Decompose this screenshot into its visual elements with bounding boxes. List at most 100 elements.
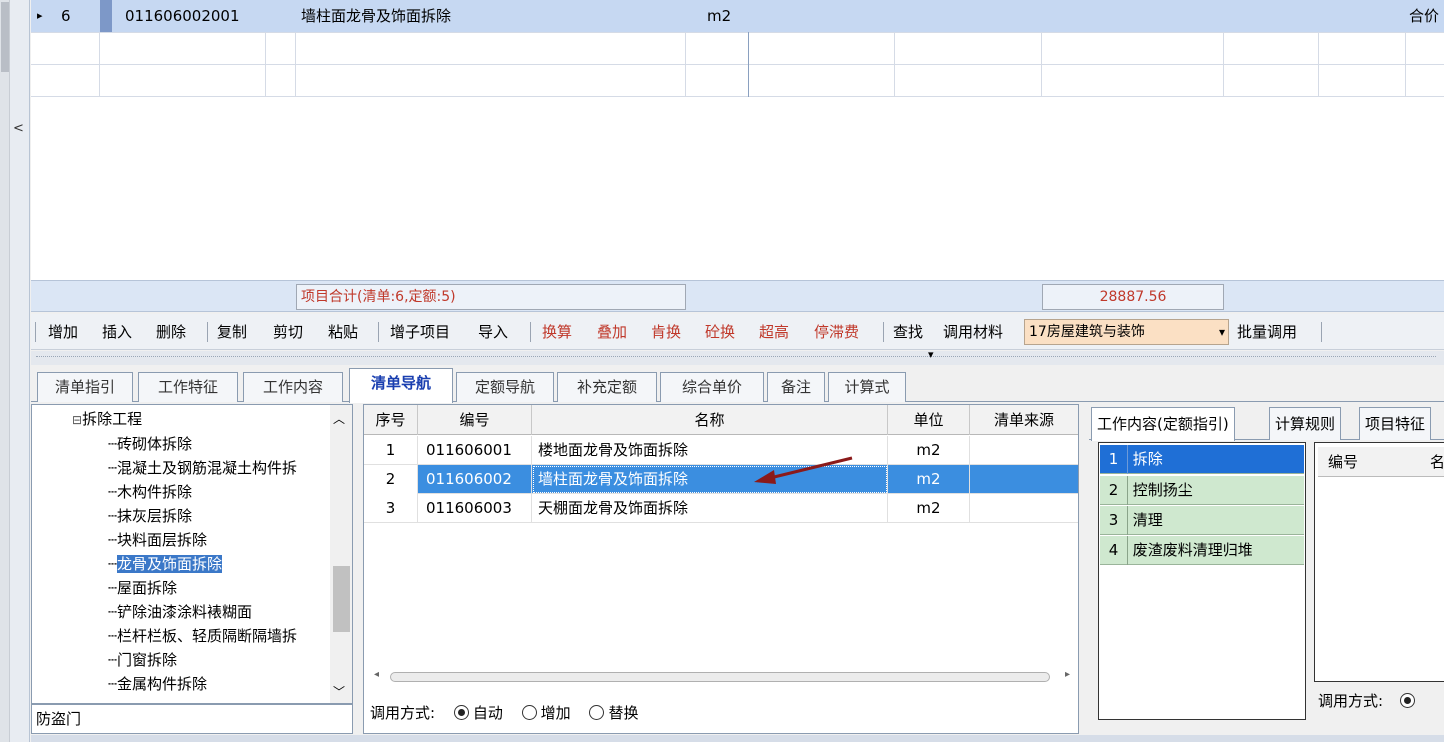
tab-work-features[interactable]: 工作特征 (138, 372, 238, 402)
table-row[interactable]: ▸ 6 011606002001 墙柱面龙骨及饰面拆除 m2 合价 (31, 0, 1444, 32)
tab-supplementary-quota[interactable]: 补充定额 (557, 372, 657, 402)
tab-work-content-guide[interactable]: 工作内容(定额指引) (1091, 407, 1235, 441)
col-name: 名称 (532, 405, 888, 435)
insert-button[interactable]: 插入 (102, 314, 132, 350)
col-unit: 单位 (888, 405, 970, 435)
scroll-up-icon[interactable]: ︿ (333, 410, 345, 427)
copy-button[interactable]: 复制 (217, 314, 247, 350)
tree-item-selected[interactable]: ┄龙骨及饰面拆除 (108, 552, 223, 576)
left-scrollbar[interactable] (0, 0, 10, 742)
tree-item[interactable]: ┄栏杆栏板、轻质隔断隔墙拆 (108, 624, 297, 648)
scroll-left-icon[interactable]: ◂ (374, 669, 379, 680)
summary-total: 28887.56 (1042, 284, 1224, 310)
summary-bar: 项目合计(清单:6,定额:5) 28887.56 (31, 280, 1444, 312)
item-no: 4 (1100, 536, 1128, 565)
list-scrollbar-thumb[interactable] (390, 672, 1050, 682)
radio-auto-label[interactable]: 自动 (473, 704, 503, 722)
concrete-replace-button[interactable]: 砼换 (705, 314, 735, 350)
tree-item[interactable]: ┄铲除油漆涂料裱糊面 (108, 600, 252, 624)
cell-source (970, 494, 1078, 523)
call-material-button[interactable]: 调用材料 (943, 314, 1003, 350)
tab-list-navigation[interactable]: 清单导航 (349, 368, 453, 403)
tree-item[interactable]: ┄砖砌体拆除 (108, 432, 192, 456)
item-grid (31, 0, 1444, 280)
table-row[interactable]: 1 011606001 楼地面龙骨及饰面拆除 m2 (364, 436, 1078, 465)
tree-item[interactable]: ┄屋面拆除 (108, 576, 177, 600)
list-item[interactable]: 2 控制扬尘 (1100, 476, 1304, 505)
tab-calc-rules[interactable]: 计算规则 (1269, 407, 1342, 440)
row-indicator-icon: ▸ (37, 9, 43, 22)
item-label: 控制扬尘 (1132, 481, 1193, 499)
chevron-down-icon[interactable]: ▾ (928, 349, 934, 361)
add-button[interactable]: 增加 (48, 314, 78, 350)
overheight-button[interactable]: 超高 (759, 314, 789, 350)
radio-replace-label[interactable]: 替换 (608, 704, 638, 722)
row-marker (100, 0, 112, 32)
item-label: 清理 (1132, 511, 1163, 529)
list-item-selected[interactable]: 1 拆除 (1100, 445, 1304, 474)
quota-code-header: 编号 名 (1318, 447, 1444, 477)
convert-button[interactable]: 换算 (542, 314, 572, 350)
tab-item-features[interactable]: 项目特征 (1359, 407, 1432, 440)
radio-auto[interactable] (453, 705, 469, 720)
category-tree: ⊟拆除工程 ┄砖砌体拆除 ┄混凝土及钢筋混凝土构件拆 ┄木构件拆除 ┄抹灰层拆除… (31, 404, 353, 704)
tree-scrollbar-thumb[interactable] (333, 566, 350, 632)
overlay-button[interactable]: 叠加 (597, 314, 627, 350)
item-no: 3 (1100, 506, 1128, 535)
replace-button[interactable]: 肯换 (651, 314, 681, 350)
paste-button[interactable]: 粘贴 (328, 314, 358, 350)
item-label: 废渣废料清理归堆 (1132, 541, 1253, 559)
dropdown-arrow-icon[interactable]: ▾ (1219, 319, 1225, 345)
table-row[interactable]: 3 011606003 天棚面龙骨及饰面拆除 m2 (364, 494, 1078, 523)
right-tab-bar: 工作内容(定额指引) 计算规则 项目特征 (1089, 404, 1444, 441)
cell-code: 011606001 (418, 436, 532, 465)
annotation-arrow-icon (754, 456, 853, 484)
library-select[interactable]: 17房屋建筑与装饰 (1024, 319, 1229, 345)
splitter-grip (36, 356, 1436, 358)
toolbar: 增加 插入 删除 复制 剪切 粘贴 增子项目 导入 换算 叠加 肯换 砼换 超高… (31, 314, 1444, 350)
tab-list-guide[interactable]: 清单指引 (37, 372, 133, 402)
col-code-label: 编号 (1328, 453, 1359, 471)
scroll-down-icon[interactable]: ﹀ (333, 683, 345, 700)
tree-root[interactable]: ⊟拆除工程 (72, 407, 142, 431)
tab-work-content[interactable]: 工作内容 (243, 372, 343, 402)
collapse-panel-icon[interactable]: < (13, 122, 24, 136)
list-header: 序号 编号 名称 单位 清单来源 (364, 405, 1078, 435)
right-radio-auto[interactable] (1399, 693, 1415, 708)
cell-code: 011606003 (418, 494, 532, 523)
scroll-right-icon[interactable]: ▸ (1065, 669, 1070, 680)
add-subitem-button[interactable]: 增子项目 (390, 314, 450, 350)
call-mode-label: 调用方式: (370, 704, 436, 722)
import-button[interactable]: 导入 (478, 314, 508, 350)
left-scrollbar-thumb[interactable] (1, 2, 9, 72)
collapse-icon[interactable]: ⊟ (72, 413, 82, 427)
tree-item[interactable]: ┄木构件拆除 (108, 480, 192, 504)
find-button[interactable]: 查找 (893, 314, 923, 350)
list-item[interactable]: 4 废渣废料清理归堆 (1100, 536, 1304, 565)
tree-scrollbar[interactable] (330, 405, 352, 703)
item-no: 1 (1100, 445, 1128, 474)
table-row-selected[interactable]: 2 011606002 墙柱面龙骨及饰面拆除 m2 (364, 465, 1078, 494)
tab-unit-price[interactable]: 综合单价 (660, 372, 764, 402)
tree-item[interactable]: ┄抹灰层拆除 (108, 504, 192, 528)
tree-item[interactable]: ┄混凝土及钢筋混凝土构件拆 (108, 456, 297, 480)
summary-label: 项目合计(清单:6,定额:5) (296, 284, 686, 310)
tree-item[interactable]: ┄块料面层拆除 (108, 528, 207, 552)
radio-add-label[interactable]: 增加 (541, 704, 571, 722)
delete-button[interactable]: 删除 (156, 314, 186, 350)
cell-no: 2 (364, 465, 418, 494)
stoppage-fee-button[interactable]: 停滞费 (814, 314, 859, 350)
tab-quota-navigation[interactable]: 定额导航 (456, 372, 554, 402)
col-code: 编号 (418, 405, 532, 435)
radio-add[interactable] (521, 705, 537, 720)
tab-notes[interactable]: 备注 (767, 372, 825, 402)
splitter[interactable] (31, 351, 1444, 365)
list-item[interactable]: 3 清理 (1100, 506, 1304, 535)
tree-item[interactable]: ┄门窗拆除 (108, 648, 177, 672)
cut-button[interactable]: 剪切 (273, 314, 303, 350)
right-call-mode-label: 调用方式: (1318, 692, 1384, 710)
radio-replace[interactable] (589, 705, 605, 720)
tab-formula[interactable]: 计算式 (828, 372, 906, 402)
batch-call-button[interactable]: 批量调用 (1237, 314, 1297, 350)
tree-item[interactable]: ┄金属构件拆除 (108, 672, 207, 696)
